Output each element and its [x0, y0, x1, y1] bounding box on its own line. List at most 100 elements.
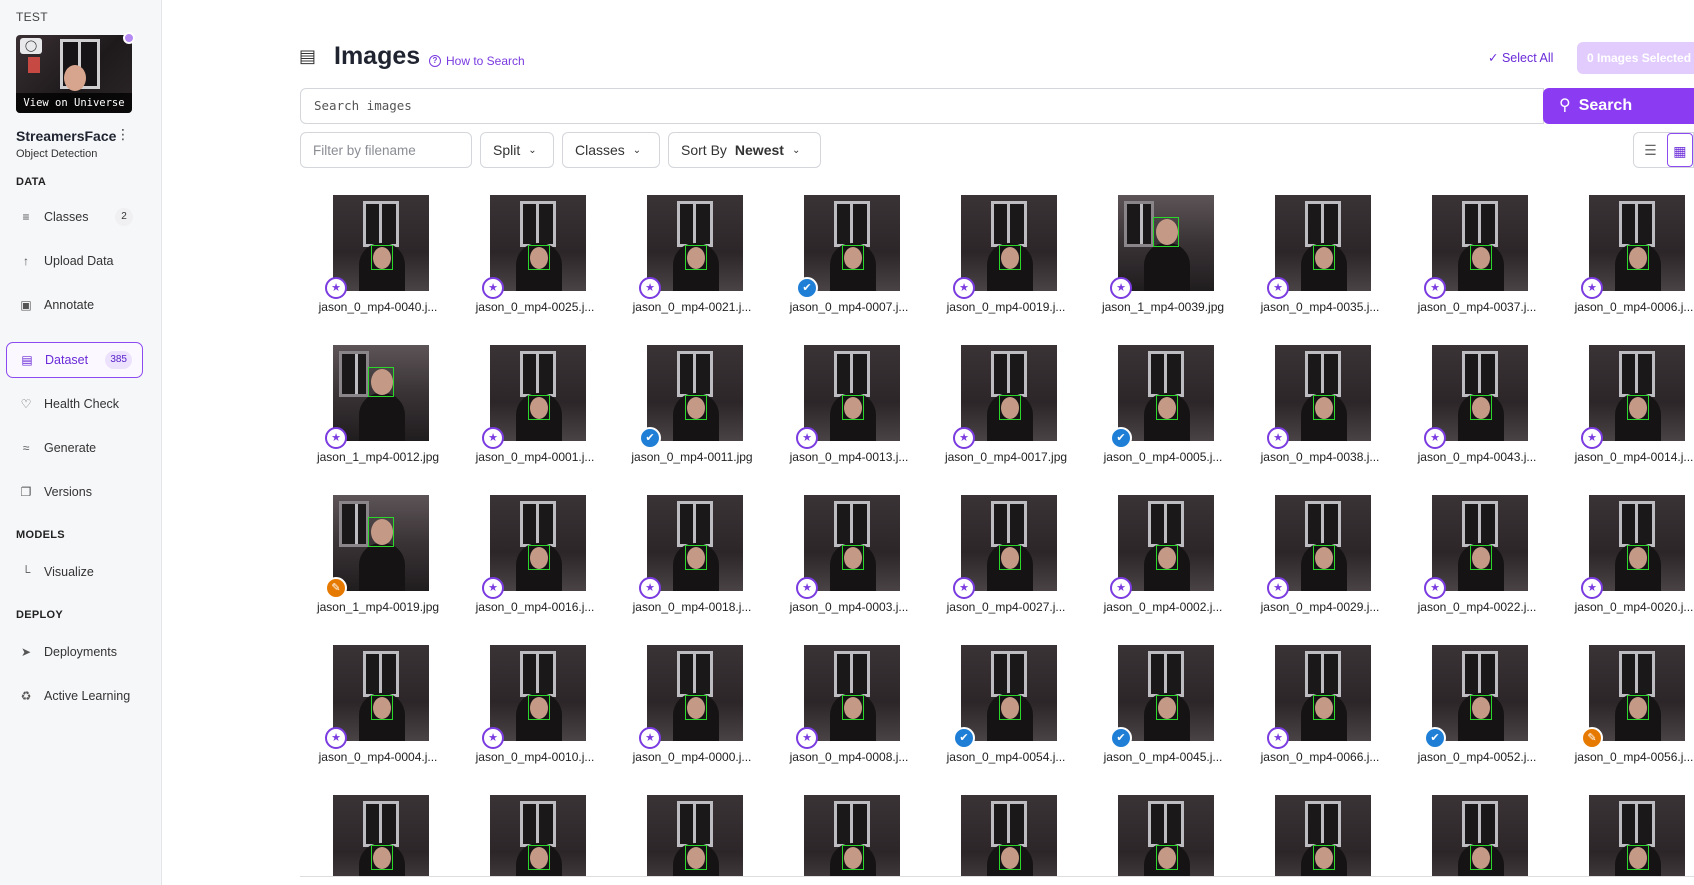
image-tile[interactable]: ★ jason_0_mp4-0043.j...	[1409, 345, 1545, 479]
sidebar-item-classes[interactable]: ≡ Classes 2	[6, 199, 143, 235]
workspace-name[interactable]: TEST	[16, 10, 48, 24]
project-name[interactable]: StreamersFace	[16, 128, 116, 144]
image-thumbnail[interactable]	[1275, 195, 1371, 291]
image-tile[interactable]: ★ jason_0_mp4-0004.j...	[310, 645, 446, 779]
view-on-universe-link[interactable]: View on Universe	[16, 93, 132, 113]
image-tile[interactable]: ★ jason_0_mp4-0000.j...	[624, 645, 760, 779]
image-tile[interactable]: ✎ jason_0_mp4-0056.j...	[1566, 645, 1694, 779]
image-tile[interactable]: ★ jason_0_mp4-0038.j...	[1252, 345, 1388, 479]
image-tile[interactable]: ★ jason_0_mp4-0037.j...	[1409, 195, 1545, 329]
image-tile[interactable]: ★ jason_0_mp4-0002.j...	[1095, 495, 1231, 629]
image-tile[interactable]: ★ jason_0_mp4-0040.j...	[310, 195, 446, 329]
image-thumbnail[interactable]	[647, 195, 743, 291]
image-thumbnail[interactable]	[333, 195, 429, 291]
image-tile[interactable]: ★ jason_0_mp4-0025.j...	[467, 195, 603, 329]
image-thumbnail[interactable]	[961, 345, 1057, 441]
image-tile[interactable]: ✔ jason_0_mp4-0011.jpg	[624, 345, 760, 479]
image-thumbnail[interactable]	[1432, 195, 1528, 291]
image-thumbnail[interactable]	[333, 795, 429, 876]
image-thumbnail[interactable]	[1432, 645, 1528, 741]
sidebar-item-generate[interactable]: ≈ Generate	[6, 430, 143, 466]
image-thumbnail[interactable]	[961, 795, 1057, 876]
image-thumbnail[interactable]	[1118, 345, 1214, 441]
list-view-icon[interactable]: ☰	[1634, 133, 1667, 167]
classes-dropdown[interactable]: Classes ⌄	[562, 132, 660, 168]
sidebar-item-versions[interactable]: ❐ Versions	[6, 474, 143, 510]
image-thumbnail[interactable]	[1275, 645, 1371, 741]
image-tile[interactable]: ★ jason_0_mp4-0008.j...	[781, 645, 917, 779]
image-tile[interactable]: ★ jason_0_mp4-0016.j...	[467, 495, 603, 629]
image-tile[interactable]: ✔ jason_0_mp4-0054.j...	[938, 645, 1074, 779]
sidebar-item-upload-data[interactable]: ↑ Upload Data	[6, 243, 143, 279]
image-tile[interactable]: ★ jason_0_mp4-0021.j...	[624, 195, 760, 329]
sidebar-item-annotate[interactable]: ▣ Annotate	[6, 287, 143, 323]
image-thumbnail[interactable]	[490, 195, 586, 291]
image-thumbnail[interactable]	[333, 645, 429, 741]
image-tile[interactable]	[1409, 795, 1545, 876]
image-tile[interactable]	[1095, 795, 1231, 876]
image-thumbnail[interactable]	[1118, 495, 1214, 591]
image-thumbnail[interactable]	[333, 345, 429, 441]
image-tile[interactable]	[1252, 795, 1388, 876]
image-thumbnail[interactable]	[647, 345, 743, 441]
image-tile[interactable]: ★ jason_0_mp4-0020.j...	[1566, 495, 1694, 629]
image-tile[interactable]: ★ jason_0_mp4-0017.jpg	[938, 345, 1074, 479]
image-thumbnail[interactable]	[804, 645, 900, 741]
image-tile[interactable]	[467, 795, 603, 876]
sidebar-item-visualize[interactable]: └ Visualize	[6, 554, 143, 590]
select-all-button[interactable]: ✓ Select All	[1488, 50, 1553, 65]
image-tile[interactable]: ✔ jason_0_mp4-0045.j...	[1095, 645, 1231, 779]
image-tile[interactable]: ★ jason_0_mp4-0019.j...	[938, 195, 1074, 329]
image-tile[interactable]	[781, 795, 917, 876]
image-thumbnail[interactable]	[647, 645, 743, 741]
image-tile[interactable]: ★ jason_0_mp4-0013.j...	[781, 345, 917, 479]
image-tile[interactable]: ★ jason_0_mp4-0035.j...	[1252, 195, 1388, 329]
image-thumbnail[interactable]	[804, 495, 900, 591]
image-thumbnail[interactable]	[961, 645, 1057, 741]
image-thumbnail[interactable]	[490, 345, 586, 441]
image-thumbnail[interactable]	[1432, 495, 1528, 591]
image-thumbnail[interactable]	[1118, 645, 1214, 741]
image-thumbnail[interactable]	[1432, 345, 1528, 441]
kebab-menu-icon[interactable]: ⋮	[116, 126, 130, 143]
sidebar-item-health-check[interactable]: ♡ Health Check	[6, 386, 143, 422]
image-thumbnail[interactable]	[961, 195, 1057, 291]
image-thumbnail[interactable]	[490, 795, 586, 876]
image-thumbnail[interactable]	[1275, 795, 1371, 876]
image-tile[interactable]	[310, 795, 446, 876]
image-tile[interactable]: ★ jason_1_mp4-0039.jpg	[1095, 195, 1231, 329]
image-thumbnail[interactable]	[1589, 345, 1685, 441]
sidebar-item-dataset[interactable]: ▤ Dataset 385	[6, 342, 143, 378]
image-thumbnail[interactable]	[490, 645, 586, 741]
image-tile[interactable]: ★ jason_0_mp4-0001.j...	[467, 345, 603, 479]
filename-filter-input[interactable]: Filter by filename	[300, 132, 472, 168]
image-tile[interactable]: ✎ jason_1_mp4-0019.jpg	[310, 495, 446, 629]
search-button[interactable]: ⚲ Search	[1543, 88, 1694, 124]
grid-view-icon[interactable]: ▦	[1666, 133, 1693, 167]
image-tile[interactable]: ★ jason_0_mp4-0010.j...	[467, 645, 603, 779]
image-tile[interactable]	[1566, 795, 1694, 876]
image-thumbnail[interactable]	[647, 495, 743, 591]
image-thumbnail[interactable]	[333, 495, 429, 591]
project-thumbnail[interactable]: ◯ View on Universe	[16, 35, 132, 113]
image-thumbnail[interactable]	[1589, 195, 1685, 291]
image-thumbnail[interactable]	[1589, 645, 1685, 741]
image-thumbnail[interactable]	[1589, 795, 1685, 876]
image-tile[interactable]: ✔ jason_0_mp4-0007.j...	[781, 195, 917, 329]
image-tile[interactable]: ★ jason_0_mp4-0022.j...	[1409, 495, 1545, 629]
image-tile[interactable]: ★ jason_0_mp4-0018.j...	[624, 495, 760, 629]
image-tile[interactable]	[624, 795, 760, 876]
image-tile[interactable]: ★ jason_0_mp4-0006.j...	[1566, 195, 1694, 329]
image-thumbnail[interactable]	[804, 345, 900, 441]
image-tile[interactable]: ✔ jason_0_mp4-0052.j...	[1409, 645, 1545, 779]
image-tile[interactable]	[938, 795, 1074, 876]
search-input[interactable]: Search images	[300, 88, 1544, 124]
image-tile[interactable]: ★ jason_0_mp4-0066.j...	[1252, 645, 1388, 779]
sidebar-item-deployments[interactable]: ➤ Deployments	[6, 634, 143, 670]
sidebar-item-active-learning[interactable]: ♻ Active Learning	[6, 678, 143, 714]
image-thumbnail[interactable]	[804, 795, 900, 876]
image-thumbnail[interactable]	[1275, 345, 1371, 441]
image-thumbnail[interactable]	[647, 795, 743, 876]
image-thumbnail[interactable]	[1275, 495, 1371, 591]
image-tile[interactable]: ★ jason_0_mp4-0014.j...	[1566, 345, 1694, 479]
